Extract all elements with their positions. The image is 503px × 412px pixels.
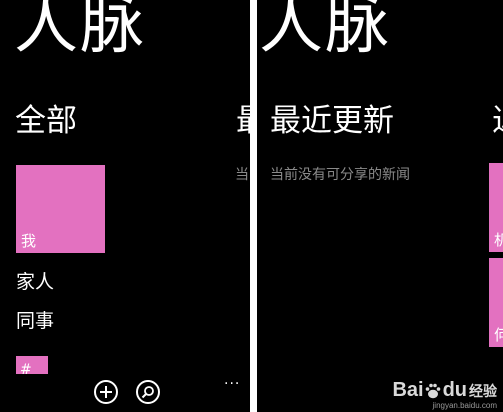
empty-news-text: 当前没有可分享的新闻 [270,167,410,183]
app-bar-more-button[interactable]: ... [224,373,240,387]
add-button[interactable] [94,380,118,404]
people-hub-all-panel: 人脉 全部 最 当 我 家人 同事 # ... [0,0,250,412]
me-tile-label: 我 [21,232,37,250]
search-icon [141,386,154,399]
me-tile[interactable]: 我 [16,165,105,253]
alpha-jump-tile[interactable]: # [16,356,48,374]
peek-tile-2[interactable]: 何 [489,258,503,347]
people-hub-whats-new-panel: 人脉 最近更新 近 当前没有可分享的新闻 机 何 Bai du 经验 jingy… [257,0,503,412]
peek-tile-2-label: 何 [494,326,503,344]
baidu-jingyan-watermark: Bai du 经验 jingyan.baidu.com [392,379,497,410]
group-item-family[interactable]: 家人 [16,273,54,292]
peek-tile-1-label: 机 [494,231,503,249]
watermark-brand-cn: 经验 [469,382,497,399]
section-header-all[interactable]: 全部 [15,106,77,137]
watermark-url: jingyan.baidu.com [432,401,497,410]
hub-title-right: 人脉 [259,0,391,63]
search-button[interactable] [136,380,160,404]
watermark-brand-right: du [442,379,467,401]
peek-tile-1[interactable]: 机 [489,163,503,252]
next-section-peek[interactable]: 最 [236,106,250,137]
next-section-peek-right[interactable]: 近 [492,106,503,137]
add-icon [100,386,112,398]
peek-empty-text: 当 [235,167,249,183]
baidu-paw-icon [425,383,440,398]
watermark-brand-left: Bai [392,379,424,401]
section-header-whats-new[interactable]: 最近更新 [270,106,394,137]
alpha-jump-label: # [20,362,32,374]
hub-title: 人脉 [14,0,146,63]
group-item-colleagues[interactable]: 同事 [16,312,54,331]
